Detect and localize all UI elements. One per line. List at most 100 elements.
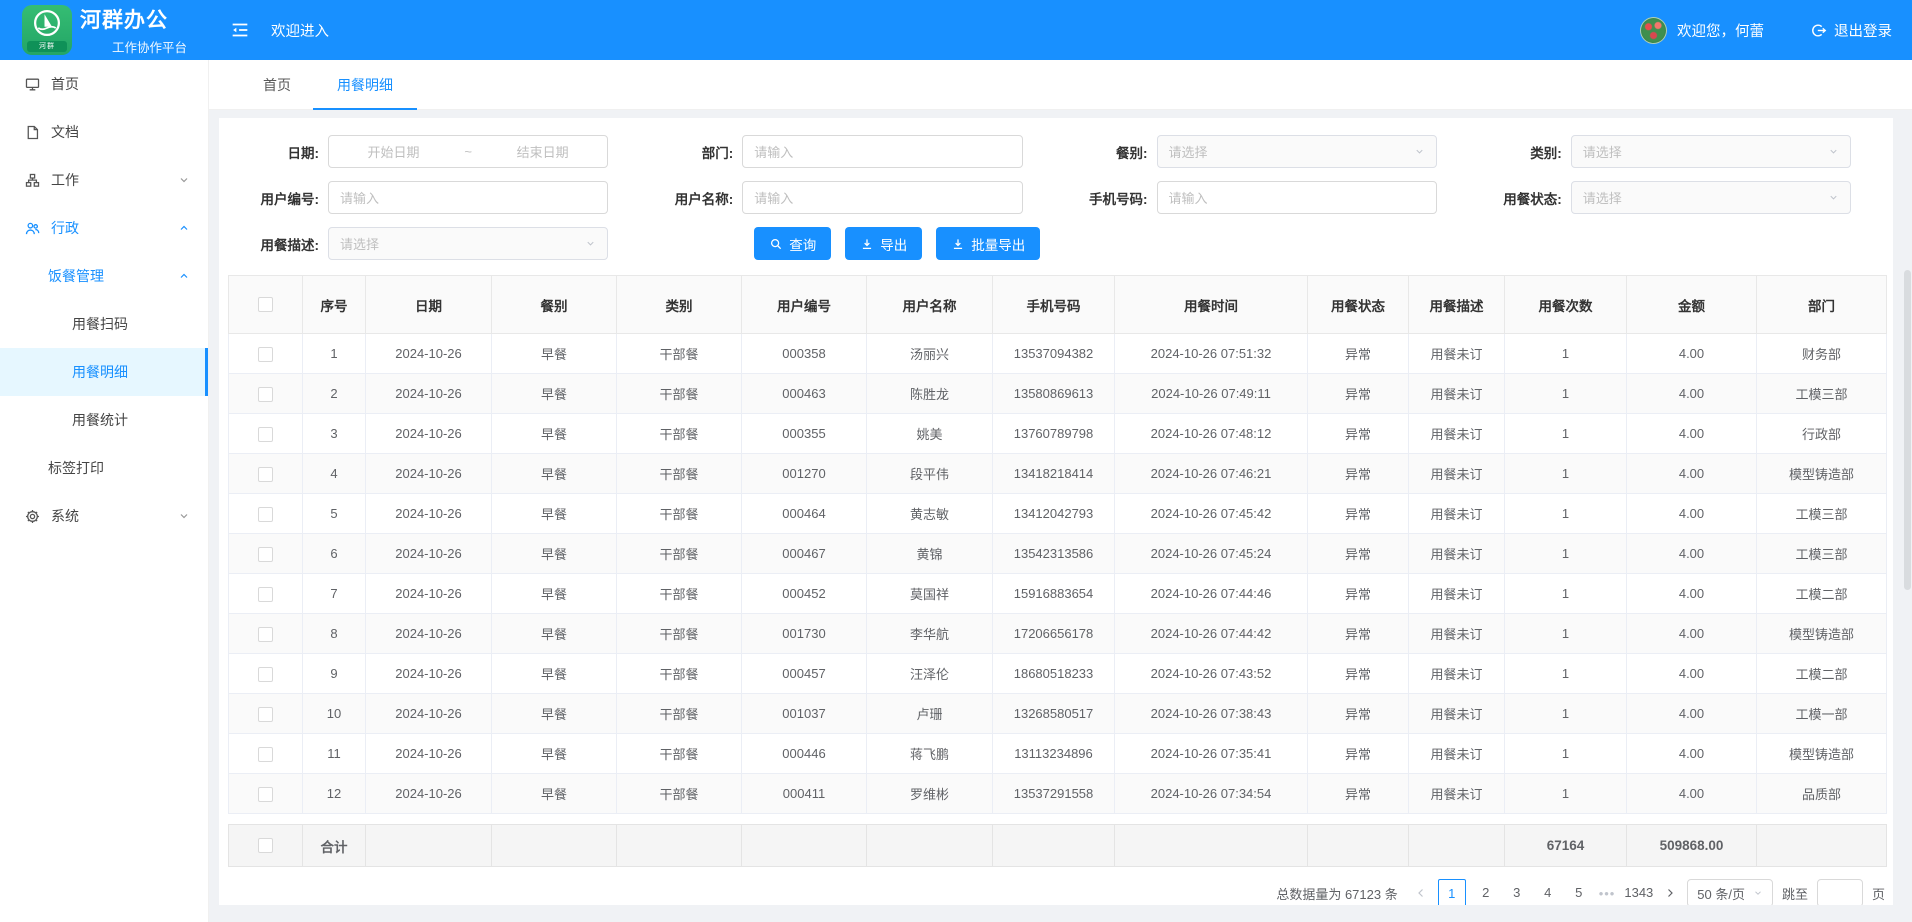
table-cell: 2024-10-26 07:45:24 [1115,534,1308,574]
page-button-last[interactable]: 1343 [1624,879,1653,905]
table-cell: 4.00 [1627,734,1757,774]
table-cell: 2024-10-26 [366,374,492,414]
prev-page-icon[interactable] [1413,887,1429,899]
phone-input[interactable]: 请输入 [1157,181,1437,214]
app-title: 河群办公 [80,4,187,34]
table-cell: 早餐 [492,494,617,534]
pagination-bar: 总数据量为 67123 条 1 2 3 4 5 ••• 1343 50 条/页 [228,879,1885,905]
batch-export-button-label: 批量导出 [971,234,1025,254]
batch-export-button[interactable]: 批量导出 [936,227,1040,260]
table-cell: 1 [1505,374,1627,414]
logout-icon [1810,22,1827,39]
page-button[interactable]: 2 [1475,879,1497,905]
summary-amount-total: 509868.00 [1627,825,1757,867]
page-button[interactable]: 4 [1537,879,1559,905]
row-checkbox-cell [229,774,303,814]
table-cell: 11 [303,734,366,774]
export-button[interactable]: 导出 [845,227,922,260]
table-cell: 干部餐 [617,534,742,574]
meal-detail-table: 序号日期餐别类别用户编号用户名称手机号码用餐时间用餐状态用餐描述用餐次数金额部门… [228,275,1887,814]
table-cell: 2024-10-26 07:38:43 [1115,694,1308,734]
user-name-input[interactable]: 请输入 [742,181,1022,214]
meal-desc-select[interactable]: 请选择 [328,227,608,260]
row-checkbox[interactable] [258,707,273,722]
table-cell: 早餐 [492,574,617,614]
page-size-select[interactable]: 50 条/页 [1687,879,1773,905]
row-checkbox[interactable] [258,547,273,562]
sidebar-item-docs[interactable]: 文档 [0,108,208,156]
user-no-input[interactable]: 请输入 [328,181,608,214]
row-checkbox[interactable] [258,587,273,602]
table-cell: 2024-10-26 [366,654,492,694]
sidebar-item-admin[interactable]: 行政 [0,204,208,252]
row-checkbox[interactable] [258,427,273,442]
table-cell: 000411 [742,774,867,814]
jump-unit: 页 [1872,884,1885,903]
sidebar-item-label-print[interactable]: 标签打印 [0,444,208,492]
next-page-icon[interactable] [1662,887,1678,899]
table-cell: 4.00 [1627,694,1757,734]
summary-table: 合计 67164 509868.00 [228,824,1887,867]
table-cell: 异常 [1308,534,1409,574]
scrollbar-thumb[interactable] [1904,270,1911,590]
sidebar-item-label: 系统 [51,506,79,526]
table-cell: 用餐未订 [1409,414,1505,454]
sidebar-item-meal-management[interactable]: 饭餐管理 [0,252,208,300]
sidebar-item-meal-stats[interactable]: 用餐统计 [0,396,208,444]
table-row: 72024-10-26早餐干部餐000452莫国祥159168836542024… [229,574,1887,614]
document-icon [24,124,41,141]
menu-fold-icon[interactable] [229,19,251,41]
row-checkbox[interactable] [258,467,273,482]
page-button[interactable]: 5 [1568,879,1590,905]
sidebar-item-system[interactable]: 系统 [0,492,208,540]
gear-icon [24,508,41,525]
page-button-current[interactable]: 1 [1438,879,1466,905]
table-cell: 4.00 [1627,454,1757,494]
tab-meal-detail[interactable]: 用餐明细 [335,60,395,110]
meal-status-select[interactable]: 请选择 [1571,181,1851,214]
meal-type-select[interactable]: 请选择 [1157,135,1437,168]
meal-desc-label: 用餐描述: [228,234,328,254]
tab-home[interactable]: 首页 [261,60,293,110]
sidebar-item-meal-detail[interactable]: 用餐明细 [0,348,208,396]
category-select[interactable]: 请选择 [1571,135,1851,168]
input-placeholder: 请输入 [754,142,793,161]
select-all-checkbox[interactable] [258,297,273,312]
table-cell: 用餐未订 [1409,374,1505,414]
logout-button[interactable]: 退出登录 [1810,20,1892,41]
table-cell: 13412042793 [993,494,1115,534]
input-placeholder: 请输入 [340,188,379,207]
summary-empty-cell [1115,825,1308,867]
row-checkbox[interactable] [258,627,273,642]
sidebar-item-meal-scan[interactable]: 用餐扫码 [0,300,208,348]
jump-label: 跳至 [1782,884,1808,903]
table-row: 12024-10-26早餐干部餐000358汤丽兴135370943822024… [229,334,1887,374]
page-button[interactable]: 3 [1506,879,1528,905]
table-cell: 13268580517 [993,694,1115,734]
chevron-up-icon [178,222,190,234]
row-checkbox[interactable] [258,667,273,682]
table-cell: 用餐未订 [1409,734,1505,774]
filter-row-2: 用户编号: 请输入 用户名称: 请输入 手机号码: 请输入 [228,181,1885,214]
row-checkbox[interactable] [258,507,273,522]
table-cell: 1 [1505,614,1627,654]
row-checkbox[interactable] [258,787,273,802]
input-placeholder: 请输入 [754,188,793,207]
table-cell: 陈胜龙 [867,374,993,414]
sidebar-item-home[interactable]: 首页 [0,60,208,108]
summary-checkbox[interactable] [258,838,273,853]
row-checkbox[interactable] [258,747,273,762]
row-checkbox-cell [229,614,303,654]
scrollbar-track[interactable] [1903,60,1912,922]
user-avatar[interactable] [1640,17,1667,44]
chevron-down-icon [1753,888,1763,898]
date-range-input[interactable]: 开始日期 ~ 结束日期 [328,135,608,168]
category-label: 类别: [1471,142,1571,162]
row-checkbox[interactable] [258,347,273,362]
jump-page-input[interactable] [1817,879,1863,905]
department-input[interactable]: 请输入 [742,135,1022,168]
table-cell: 干部餐 [617,734,742,774]
sidebar-item-work[interactable]: 工作 [0,156,208,204]
row-checkbox[interactable] [258,387,273,402]
query-button[interactable]: 查询 [754,227,831,260]
